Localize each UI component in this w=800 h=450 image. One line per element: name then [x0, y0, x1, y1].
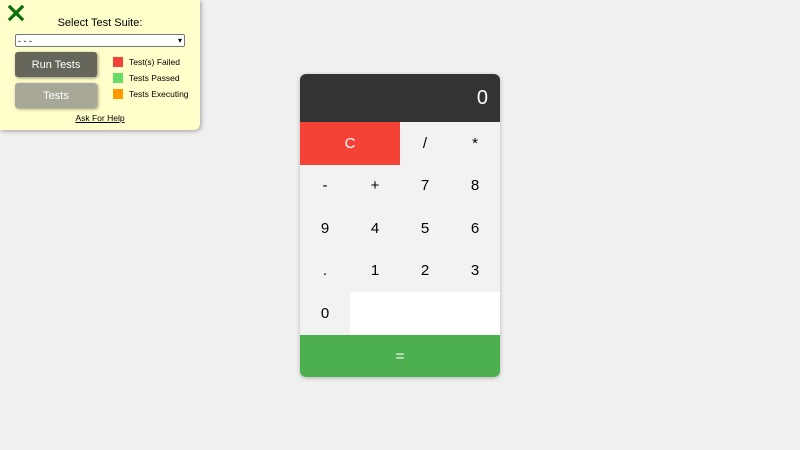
calculator-display: 0 [300, 74, 500, 122]
legend-item-failed: Test(s) Failed [113, 57, 180, 67]
legend-label-executing: Tests Executing [129, 89, 189, 99]
executing-swatch [113, 89, 123, 99]
divide-button[interactable]: / [400, 122, 450, 165]
four-button[interactable]: 4 [350, 207, 400, 250]
clear-button[interactable]: C [300, 122, 400, 165]
test-suite-select[interactable]: - - - ▾ [15, 34, 185, 47]
test-suite-panel: Select Test Suite: - - - ▾ Run Tests Tes… [0, 0, 200, 130]
run-tests-button[interactable]: Run Tests [15, 52, 97, 77]
calculator: 0 C / * - + 7 8 9 4 5 6 . 1 2 3 0 = [300, 74, 500, 377]
legend-item-passed: Tests Passed [113, 73, 180, 83]
eight-button[interactable]: 8 [450, 164, 500, 207]
five-button[interactable]: 5 [400, 207, 450, 250]
multiply-button[interactable]: * [450, 122, 500, 165]
equals-button[interactable]: = [300, 334, 500, 377]
three-button[interactable]: 3 [450, 249, 500, 292]
keypad-blank-area [350, 292, 500, 335]
minus-button[interactable]: - [300, 164, 350, 207]
calculator-keypad: C / * - + 7 8 9 4 5 6 . 1 2 3 0 [300, 122, 500, 335]
seven-button[interactable]: 7 [400, 164, 450, 207]
legend-label-passed: Tests Passed [129, 73, 180, 83]
chevron-down-icon: ▾ [177, 35, 182, 45]
select-test-suite-label: Select Test Suite: [57, 17, 143, 29]
display-value: 0 [476, 86, 488, 109]
nine-button[interactable]: 9 [300, 207, 350, 250]
two-button[interactable]: 2 [400, 249, 450, 292]
failed-swatch [113, 57, 123, 67]
six-button[interactable]: 6 [450, 207, 500, 250]
test-suite-select-value: - - - [18, 35, 32, 46]
legend-item-executing: Tests Executing [113, 89, 189, 99]
legend-label-failed: Test(s) Failed [129, 57, 181, 67]
ask-for-help-link[interactable]: Ask For Help [0, 113, 200, 123]
plus-button[interactable]: + [350, 164, 400, 207]
tests-button[interactable]: Tests [15, 83, 97, 108]
passed-swatch [113, 73, 123, 83]
decimal-button[interactable]: . [300, 249, 350, 292]
one-button[interactable]: 1 [350, 249, 400, 292]
zero-button[interactable]: 0 [300, 292, 350, 335]
